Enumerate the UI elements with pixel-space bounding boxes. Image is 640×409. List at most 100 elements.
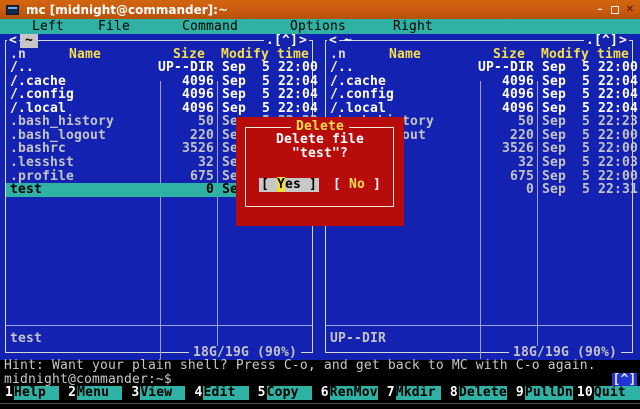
fkey-2-menu[interactable]: 2Menu	[63, 386, 126, 400]
file-mtime: Sep 5 22:00	[542, 170, 638, 184]
file-name: /.local	[10, 102, 66, 116]
no-button[interactable]: [ No ]	[333, 178, 381, 192]
file-mtime: Sep 5 22:04	[542, 102, 638, 116]
file-name: /..	[10, 61, 34, 75]
fkey-5-copy[interactable]: 5Copy	[253, 386, 316, 400]
dialog-message-line1: Delete file	[236, 133, 404, 147]
file-size: 4096	[156, 102, 214, 116]
window-title: mc [midnight@commander]:~	[26, 3, 228, 17]
shell-prompt[interactable]: midnight@commander:~$	[4, 373, 172, 387]
fkey-4-edit[interactable]: 4Edit	[189, 386, 252, 400]
file-size: 220	[156, 129, 214, 143]
file-size: 50	[156, 115, 214, 129]
fkey-number: 10	[577, 386, 594, 400]
file-name: /.local	[330, 102, 386, 116]
file-row--cache[interactable]: /.cache4096Sep 5 22:04	[326, 75, 632, 89]
fkey-number: 4	[189, 386, 203, 400]
maximize-button[interactable]: □	[611, 6, 619, 14]
fkey-label: Copy	[267, 386, 312, 400]
scroll-up-indicator-icon[interactable]: [^]	[612, 373, 637, 386]
menu-right[interactable]: Right	[393, 19, 433, 34]
fkey-label: Help	[14, 386, 59, 400]
panel-history-back-icon[interactable]: <	[7, 34, 19, 48]
fkey-label: View	[140, 386, 185, 400]
file-name: /.config	[330, 88, 394, 102]
free-space-left: 18G/19G (90%)	[189, 346, 301, 360]
window-titlebar[interactable]: mc [midnight@commander]:~ – □ ✕	[0, 0, 640, 19]
panel-history-forward-icon[interactable]: >	[617, 34, 629, 48]
menu-file[interactable]: File	[98, 19, 130, 34]
fkey-1-help[interactable]: 1Help	[0, 386, 63, 400]
file-size: 32	[156, 156, 214, 170]
menu-command[interactable]: Command	[182, 19, 238, 34]
panel-up-dir-icon[interactable]: .[^]	[264, 34, 300, 48]
column-header-size[interactable]: Size	[481, 48, 537, 62]
file-name: /..	[330, 61, 354, 75]
yes-button[interactable]: [ Yes ]	[259, 178, 319, 192]
file-mtime: Sep 5 22:23	[542, 115, 638, 129]
file-size: 4096	[156, 88, 214, 102]
fkey-9-pulldn[interactable]: 9PullDn	[511, 386, 577, 400]
column-header-name[interactable]: Name	[330, 48, 480, 62]
file-name: .bash_history	[10, 115, 114, 129]
file-row--config[interactable]: /.config4096Sep 5 22:04	[326, 88, 632, 102]
column-header-mtime[interactable]: Modify time	[218, 48, 312, 62]
fkey-number: 3	[126, 386, 140, 400]
panel-left-tab[interactable]: ~	[20, 34, 38, 48]
terminal-icon	[6, 5, 19, 15]
fkey-3-view[interactable]: 3View	[126, 386, 189, 400]
file-size: 0	[156, 183, 214, 197]
file-size: 675	[476, 170, 534, 184]
fkey-8-delete[interactable]: 8Delete	[445, 386, 511, 400]
ministatus-right: UP--DIR	[330, 332, 386, 346]
dialog-message-line2: "test"?	[236, 147, 404, 161]
file-row--config[interactable]: /.config4096Sep 5 22:04	[6, 88, 312, 102]
file-name: test	[10, 183, 42, 197]
ministatus-separator	[326, 325, 632, 326]
file-size: UP--DIR	[156, 61, 214, 75]
fkey-number: 2	[63, 386, 77, 400]
fkey-label: Edit	[203, 386, 248, 400]
fkey-number: 5	[253, 386, 267, 400]
file-size: UP--DIR	[476, 61, 534, 75]
fkey-label: PullDn	[525, 386, 573, 400]
menu-options[interactable]: Options	[290, 19, 346, 34]
hint-line: Hint: Want your plain shell? Press C-o, …	[4, 359, 596, 373]
file-size: 4096	[156, 75, 214, 89]
panel-up-dir-icon[interactable]: .[^]	[584, 34, 620, 48]
column-header-name[interactable]: Name	[10, 48, 160, 62]
file-row--[interactable]: /..UP--DIRSep 5 22:00	[326, 61, 632, 75]
fkey-number: 1	[0, 386, 14, 400]
fkey-number: 8	[445, 386, 459, 400]
file-size: 4096	[476, 88, 534, 102]
file-size: 4096	[476, 102, 534, 116]
menu-left[interactable]: Left	[32, 19, 64, 34]
fkey-7-mkdir[interactable]: 7Mkdir	[382, 386, 445, 400]
file-row--cache[interactable]: /.cache4096Sep 5 22:04	[6, 75, 312, 89]
free-space-right: 18G/19G (90%)	[509, 346, 621, 360]
panel-right-tab[interactable]: ~	[342, 34, 354, 48]
window-bottom-edge	[0, 403, 640, 404]
column-header-size[interactable]: Size	[161, 48, 217, 62]
fkey-label: RenMov	[330, 386, 378, 400]
file-name: /.cache	[330, 75, 386, 89]
file-mtime: Sep 5 22:04	[222, 102, 318, 116]
file-row--local[interactable]: /.local4096Sep 5 22:04	[326, 102, 632, 116]
file-size: 0	[476, 183, 534, 197]
file-name: .bashrc	[10, 142, 66, 156]
file-row--local[interactable]: /.local4096Sep 5 22:04	[6, 102, 312, 116]
menu-bar: Left File Command Options Right	[0, 19, 640, 34]
minimize-button[interactable]: –	[595, 4, 605, 15]
delete-dialog: Delete Delete file "test"? [ Yes ] [ No …	[236, 117, 404, 226]
file-mtime: Sep 5 22:00	[222, 61, 318, 75]
panel-history-forward-icon[interactable]: >	[297, 34, 309, 48]
fkey-number: 7	[382, 386, 396, 400]
panel-history-back-icon[interactable]: <	[327, 34, 339, 48]
file-row--[interactable]: /..UP--DIRSep 5 22:00	[6, 61, 312, 75]
fkey-10-quit[interactable]: 10Quit	[577, 386, 640, 400]
fkey-6-renmov[interactable]: 6RenMov	[316, 386, 382, 400]
column-header-mtime[interactable]: Modify time	[538, 48, 632, 62]
file-mtime: Sep 5 22:03	[542, 156, 638, 170]
fkey-label: Menu	[77, 386, 122, 400]
close-button[interactable]: ✕	[625, 4, 635, 15]
